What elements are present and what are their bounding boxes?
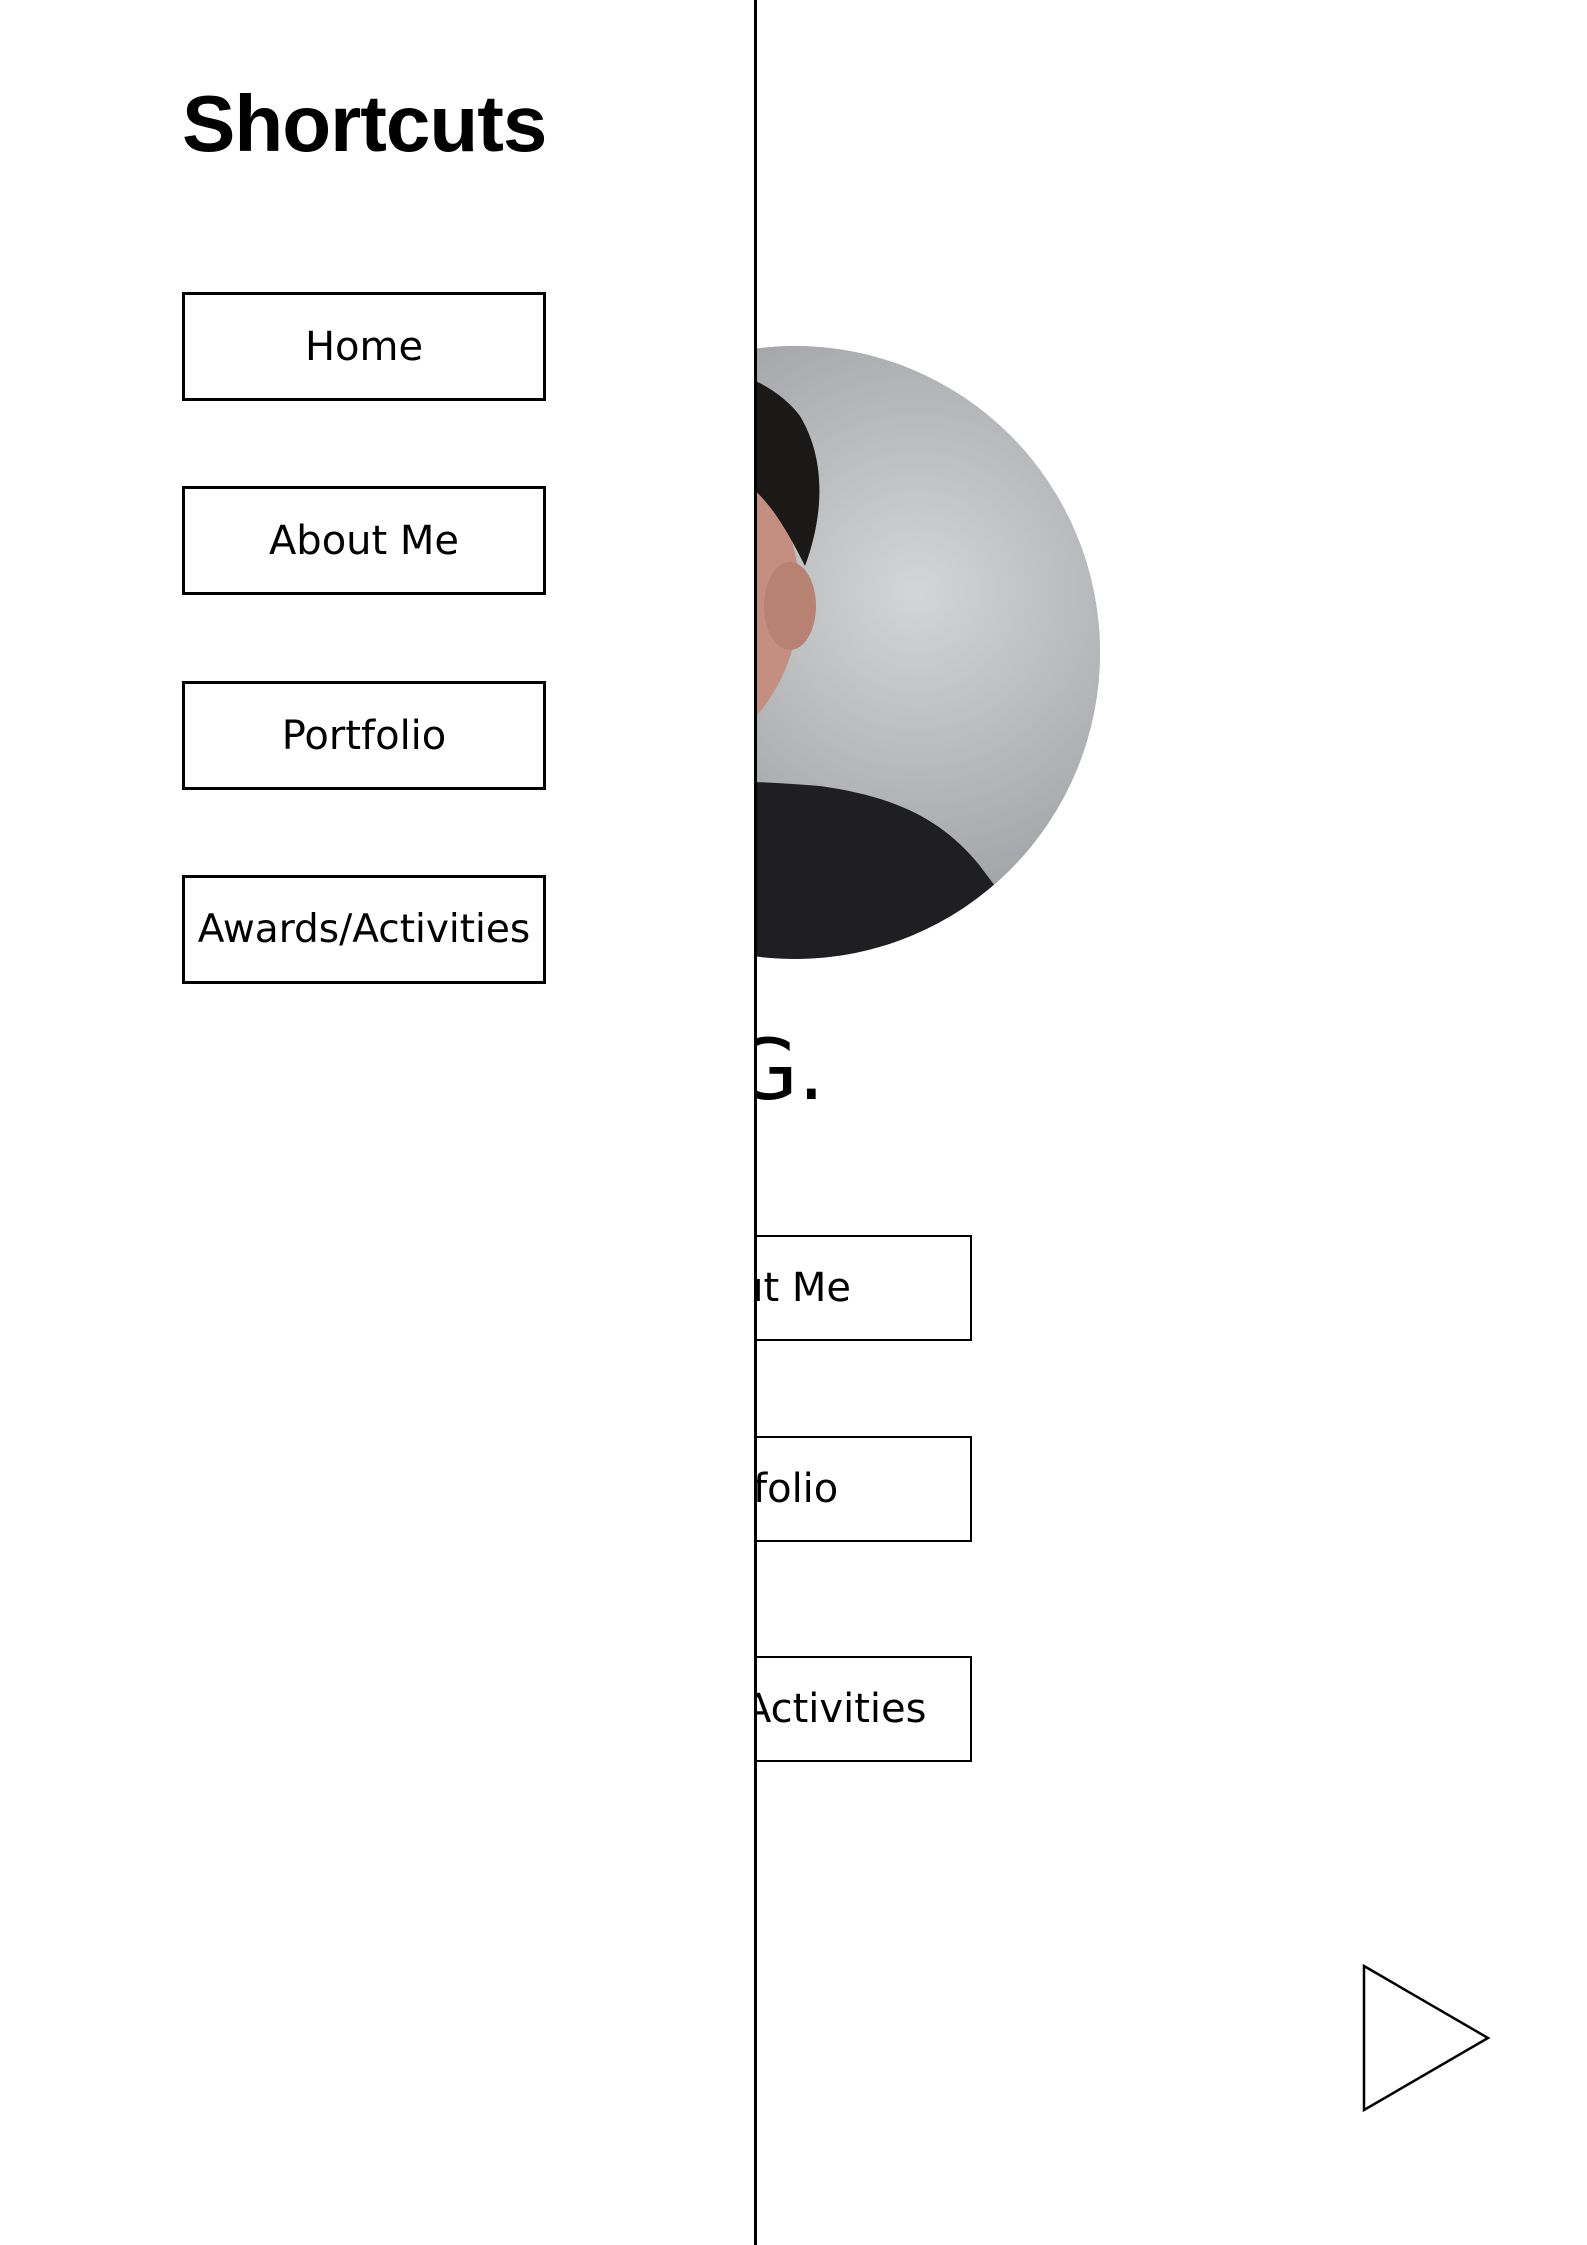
shortcut-about-me-button[interactable]: About Me: [182, 486, 546, 595]
shortcuts-drawer: Shortcuts Home About Me Portfolio Awards…: [0, 0, 757, 2245]
shortcut-home-button[interactable]: Home: [182, 292, 546, 401]
play-triangle-icon[interactable]: [1362, 1964, 1492, 2112]
drawer-title: Shortcuts: [182, 79, 547, 168]
shortcut-awards-activities-button[interactable]: Awards/Activities: [182, 875, 546, 984]
shortcut-portfolio-button[interactable]: Portfolio: [182, 681, 546, 790]
page: el, EJ G. About Me Portfolio Awards/Acti…: [0, 0, 1587, 2245]
